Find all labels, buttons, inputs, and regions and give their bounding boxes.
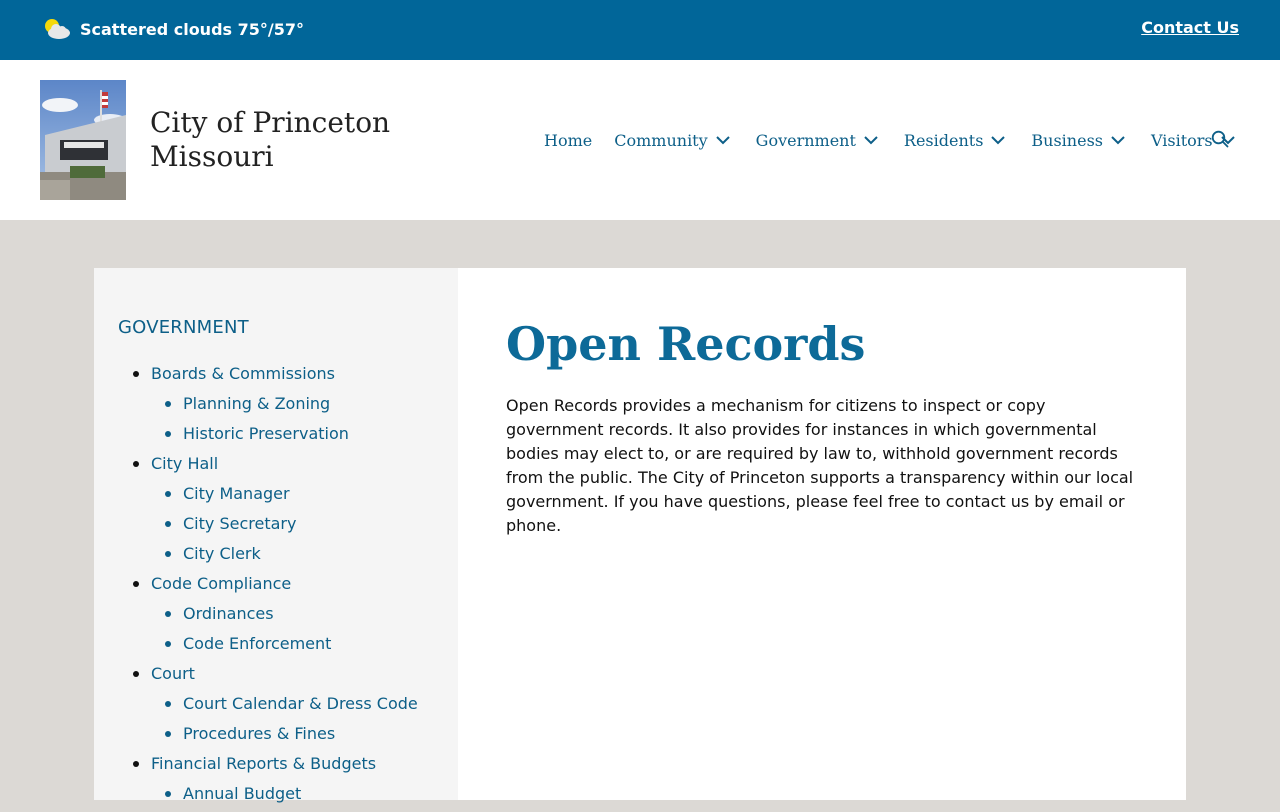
site-title-line1: City of Princeton [150,106,391,139]
sidebar-item-historic-preservation[interactable]: Historic Preservation [94,422,458,452]
sidebar-item-label: Planning & Zoning [183,394,331,413]
sidebar-item-label: Code Enforcement [183,634,332,653]
sidebar-item-label: City Secretary [183,514,297,533]
sidebar-item-label: Code Compliance [151,574,292,593]
chevron-down-icon[interactable] [990,135,1006,145]
sidebar-item-label: Annual Budget [183,784,302,803]
sidebar-item-court[interactable]: Court [94,662,458,692]
city-logo-photo[interactable] [40,80,126,200]
bullet [133,371,139,377]
chevron-down-icon[interactable] [1110,135,1126,145]
sidebar-item-code-enforcement[interactable]: Code Enforcement [94,632,458,662]
bullet [133,461,139,467]
sidebar-item-code-compliance[interactable]: Code Compliance [94,572,458,602]
nav-visitors-label: Visitors [1151,130,1213,150]
nav-business-label: Business [1031,130,1103,150]
sidebar-item-label: City Clerk [183,544,261,563]
bullet [165,521,171,527]
search-icon[interactable] [1211,130,1229,148]
bullet [165,731,171,737]
sidebar-item-financial-reports[interactable]: Financial Reports & Budgets [94,752,458,782]
sidebar-item-label: City Manager [183,484,290,503]
bullet [165,491,171,497]
nav-residents-label: Residents [903,130,984,150]
sidebar-list: Boards & Commissions Planning & Zoning H… [94,362,458,812]
bullet [165,611,171,617]
bullet [165,701,171,707]
chevron-down-icon[interactable] [715,135,731,145]
sidebar-item-label: Court Calendar & Dress Code [183,694,418,713]
nav-government[interactable]: Government [756,131,879,150]
sidebar-item-city-hall[interactable]: City Hall [94,452,458,482]
sidebar-item-ordinances[interactable]: Ordinances [94,602,458,632]
sidebar-item-label: Court [151,664,195,683]
bullet [133,581,139,587]
page-title: Open Records [506,317,866,371]
sidebar-title[interactable]: GOVERNMENT [118,317,249,338]
partly-cloudy-icon [43,17,71,41]
contact-us-link[interactable]: Contact Us [1141,18,1239,37]
sidebar-item-label: Historic Preservation [183,424,349,443]
nav-home[interactable]: Home [544,131,592,150]
sidebar-item-label: Financial Reports & Budgets [151,754,377,773]
main-nav: Home Community Government Residents Busi… [544,129,1261,151]
bullet [165,551,171,557]
sidebar-item-annual-budget[interactable]: Annual Budget [94,782,458,812]
weather-text: Scattered clouds 75°/57° [80,19,304,39]
main-content: Open Records Open Records provides a mec… [506,316,1146,538]
site-title[interactable]: City of Princeton Missouri [150,106,390,174]
sidebar-item-label: Boards & Commissions [151,364,335,383]
chevron-down-icon[interactable] [863,135,879,145]
bullet [133,761,139,767]
sidebar: GOVERNMENT Boards & Commissions Planning… [94,268,458,803]
nav-community[interactable]: Community [614,131,730,150]
weather-widget: Scattered clouds 75°/57° [43,17,304,41]
sidebar-item-city-manager[interactable]: City Manager [94,482,458,512]
nav-home-label: Home [544,130,593,150]
sidebar-item-city-secretary[interactable]: City Secretary [94,512,458,542]
sidebar-item-city-clerk[interactable]: City Clerk [94,542,458,572]
bullet [165,431,171,437]
content-card: GOVERNMENT Boards & Commissions Planning… [94,268,1186,803]
page-body-text: Open Records provides a mechanism for ci… [506,396,1134,535]
nav-residents[interactable]: Residents [904,131,1007,150]
bullet [165,401,171,407]
nav-community-label: Community [614,130,708,150]
bullet [133,671,139,677]
sidebar-item-label: Ordinances [183,604,274,623]
nav-business[interactable]: Business [1031,131,1126,150]
sidebar-item-procedures-fines[interactable]: Procedures & Fines [94,722,458,752]
site-title-line2: Missouri [150,140,274,173]
sidebar-item-label: Procedures & Fines [183,724,336,743]
top-bar: Scattered clouds 75°/57° Contact Us [0,0,1280,60]
site-header: City of Princeton Missouri Home Communit… [0,60,1280,220]
sidebar-item-boards-commissions[interactable]: Boards & Commissions [94,362,458,392]
bullet [165,791,171,797]
sidebar-item-planning-zoning[interactable]: Planning & Zoning [94,392,458,422]
sidebar-item-court-calendar[interactable]: Court Calendar & Dress Code [94,692,458,722]
nav-government-label: Government [755,130,856,150]
bullet [165,641,171,647]
sidebar-item-label: City Hall [151,454,219,473]
